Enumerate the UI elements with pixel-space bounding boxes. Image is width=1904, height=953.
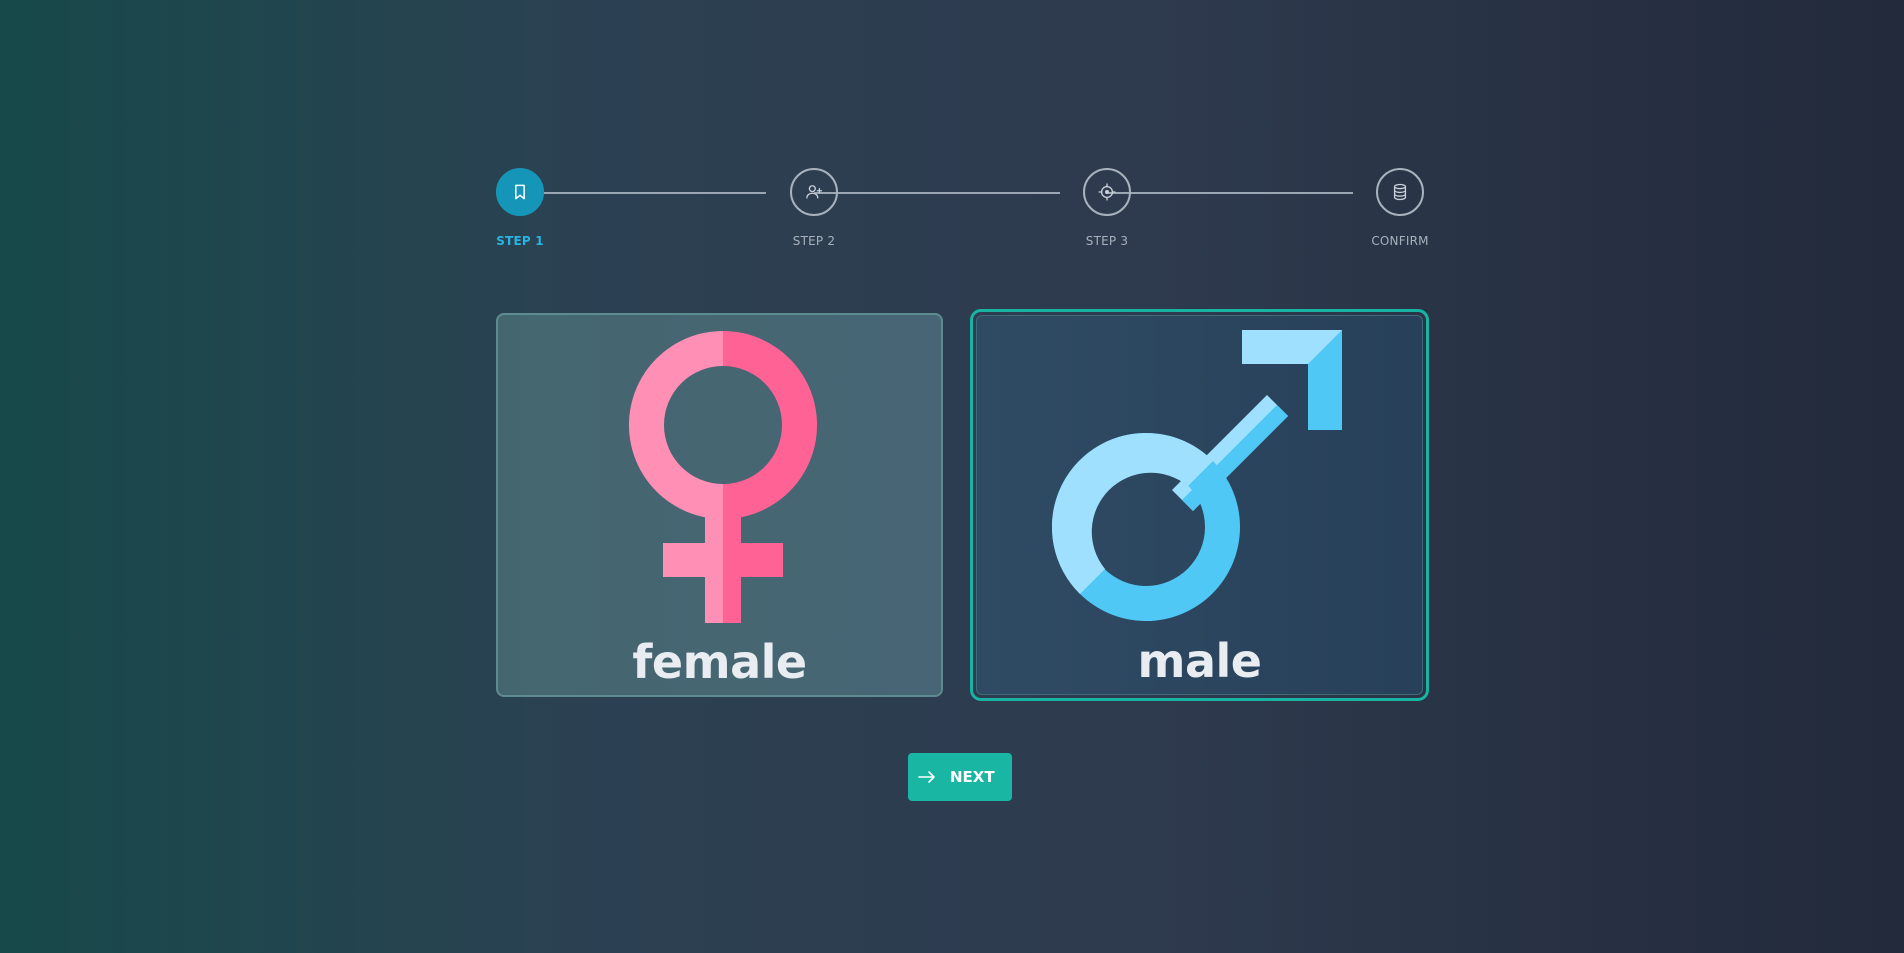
female-label: female <box>632 635 807 689</box>
next-label: NEXT <box>950 768 995 786</box>
step-1[interactable]: STEP 1 <box>470 168 570 248</box>
progress-stepper: STEP 1 STEP 2 STEP 3 CONFIRM <box>496 168 1428 258</box>
crosshair-icon <box>1098 183 1116 201</box>
next-button[interactable]: NEXT <box>908 753 1012 801</box>
step-1-label: STEP 1 <box>496 234 544 248</box>
step-confirm-label: CONFIRM <box>1371 234 1429 248</box>
step-3-circle[interactable] <box>1083 168 1131 216</box>
step-2-circle[interactable] <box>790 168 838 216</box>
step-3-label: STEP 3 <box>1085 234 1129 248</box>
bookmark-icon <box>515 184 525 200</box>
database-icon <box>1393 183 1407 201</box>
step-2[interactable]: STEP 2 <box>764 168 864 248</box>
user-add-icon <box>806 185 823 199</box>
step-2-label: STEP 2 <box>792 234 836 248</box>
gender-option-male[interactable]: male <box>970 309 1429 701</box>
arrow-right-icon <box>918 771 935 783</box>
male-symbol-icon <box>1052 330 1342 621</box>
step-confirm[interactable]: CONFIRM <box>1350 168 1450 248</box>
step-confirm-circle[interactable] <box>1376 168 1424 216</box>
step-3[interactable]: STEP 3 <box>1057 168 1157 248</box>
gender-option-female[interactable]: female <box>496 313 943 697</box>
female-symbol-icon <box>629 331 817 623</box>
step-1-circle[interactable] <box>496 168 544 216</box>
male-label: male <box>1137 634 1262 688</box>
male-card-inner: male <box>976 315 1423 695</box>
